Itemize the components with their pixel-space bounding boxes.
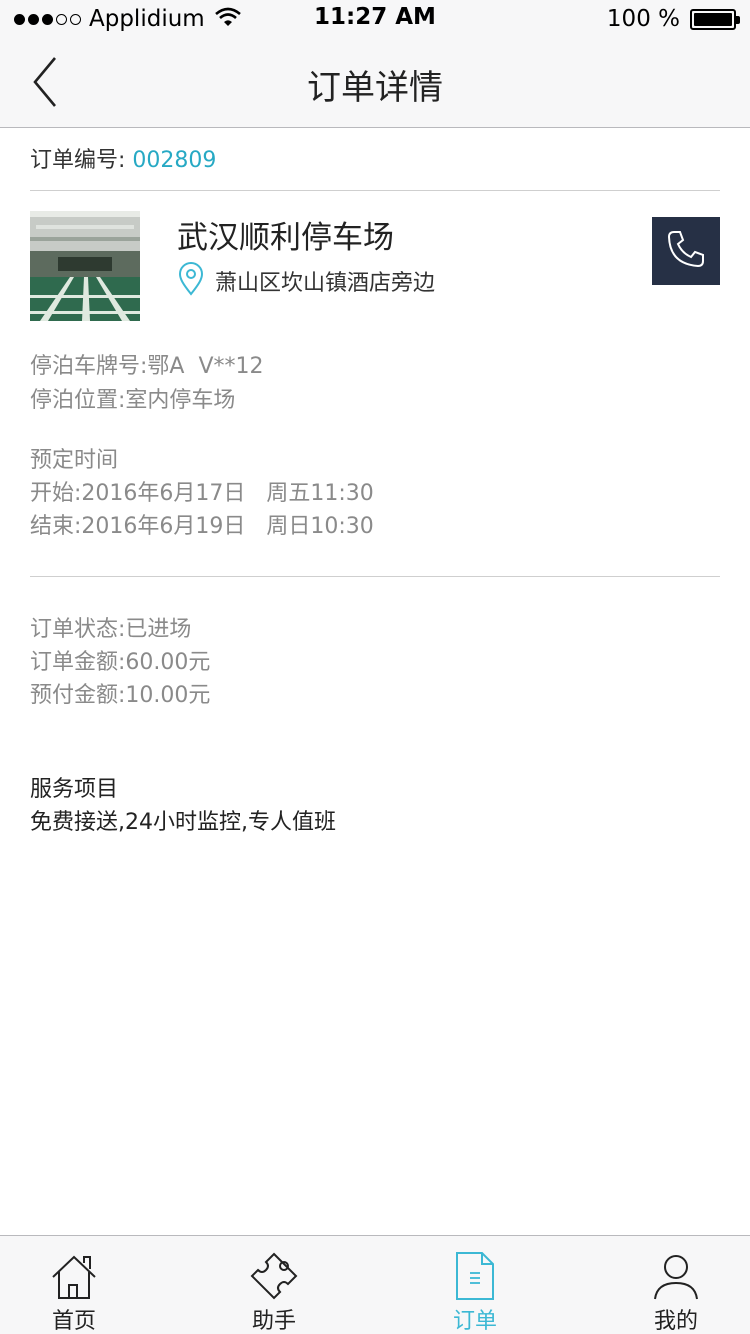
schedule-end: 结束:2016年6月19日 周日10:30	[30, 514, 374, 539]
order-state: 订单状态:已进场	[30, 617, 192, 642]
battery-percent: 100 %	[606, 6, 680, 32]
puzzle-icon	[249, 1244, 299, 1301]
divider	[30, 190, 720, 191]
tab-label: 我的	[653, 1309, 698, 1334]
phone-icon	[664, 227, 708, 275]
services-list: 免费接送,24小时监控,专人值班	[30, 810, 336, 835]
services-heading: 服务项目	[30, 777, 119, 802]
tab-label: 订单	[452, 1309, 497, 1334]
document-icon	[455, 1244, 495, 1301]
divider	[30, 576, 720, 577]
parking-position: 停泊位置:室内停车场	[30, 388, 236, 413]
plate-number: 停泊车牌号:鄂A V**12	[30, 354, 264, 379]
call-button[interactable]	[652, 217, 720, 285]
parking-lot-photo	[30, 211, 140, 321]
tab-assistant[interactable]: 助手	[214, 1236, 334, 1334]
status-bar: Applidium 11:27 AM 100 %	[0, 0, 750, 40]
tab-bar: 首页 助手 订单 我的	[0, 1235, 750, 1334]
status-bar-right: 100 %	[606, 4, 740, 34]
address-text: 萧山区坎山镇酒店旁边	[215, 271, 436, 296]
navigation-bar: 订单详情	[0, 40, 750, 128]
tab-home[interactable]: 首页	[14, 1236, 134, 1334]
tab-label: 助手	[251, 1309, 296, 1334]
order-number-row: 订单编号: 002809	[30, 142, 216, 174]
parking-lot-address: 萧山区坎山镇酒店旁边	[177, 262, 435, 300]
user-icon	[652, 1244, 700, 1301]
schedule-heading: 预定时间	[30, 448, 119, 473]
parking-lot-name: 武汉顺利停车场	[177, 220, 394, 256]
battery-icon	[690, 8, 740, 30]
page-title: 订单详情	[307, 68, 443, 108]
tab-profile[interactable]: 我的	[616, 1236, 736, 1334]
order-amount: 订单金额:60.00元	[30, 650, 211, 675]
tab-orders[interactable]: 订单	[415, 1236, 535, 1334]
map-pin-icon	[177, 262, 205, 300]
order-number-value: 002809	[132, 148, 217, 173]
home-icon	[50, 1244, 98, 1301]
prepaid-amount: 预付金额:10.00元	[30, 683, 211, 708]
tab-label: 首页	[51, 1309, 96, 1334]
order-number-label: 订单编号:	[30, 148, 126, 173]
schedule-start: 开始:2016年6月17日 周五11:30	[30, 481, 374, 506]
